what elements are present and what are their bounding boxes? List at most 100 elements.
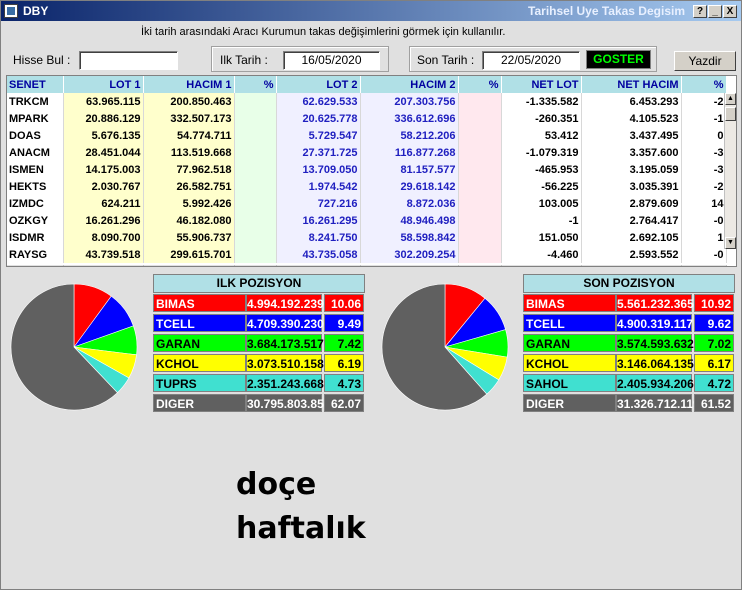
grid-body: TRKCM 63.965.115 200.850.463 62.629.533 207.… <box>7 93 727 266</box>
cell-net-lot: -56.225 <box>501 178 582 195</box>
help-button[interactable]: ? <box>693 5 707 18</box>
column-header-pct2[interactable]: % <box>458 76 502 93</box>
app-icon <box>4 4 18 18</box>
total-net-lot <box>501 265 582 266</box>
cell-lot1: 20.886.129 <box>63 110 144 127</box>
cell-net-hacim: 6.453.293 <box>581 93 682 110</box>
title-bar[interactable]: DBY Tarihsel Uye Takas Degisim ? _ X <box>1 1 741 21</box>
scroll-thumb[interactable] <box>725 107 736 121</box>
cell-pct2 <box>458 178 502 195</box>
position-value: 4.900.319.117 <box>616 314 693 332</box>
scroll-down-arrow-icon[interactable]: ▼ <box>725 237 736 249</box>
cell-lot2: 13.709.050 <box>276 161 361 178</box>
cell-pct3: -0 <box>681 246 727 263</box>
start-date-field[interactable]: 16/05/2020 <box>283 51 380 70</box>
close-button[interactable]: X <box>723 5 737 18</box>
cell-lot1: 28.451.044 <box>63 144 144 161</box>
table-row[interactable]: IZMDC 624.211 5.992.426 727.216 8.872.036 103… <box>7 195 727 212</box>
son-row-garan: GARAN 3.574.593.632 7.02 <box>523 334 735 352</box>
table-row[interactable]: TRKCM 63.965.115 200.850.463 62.629.533 207.… <box>7 93 727 110</box>
instruction-text: İki tarih arasındaki Aracı Kurumun takas… <box>141 26 506 38</box>
ilk-pozisyon-pie-chart <box>10 283 138 411</box>
position-value: 3.073.510.158 <box>246 354 324 372</box>
table-row[interactable]: ANACM 28.451.044 113.519.668 27.371.725 116.… <box>7 144 727 161</box>
cell-hacim1: 26.582.751 <box>143 178 235 195</box>
cell-pct2 <box>458 161 502 178</box>
ilk-pozisyon-title: ILK POZISYON <box>153 274 365 293</box>
total-net-hacim <box>581 265 682 266</box>
position-percent: 10.92 <box>694 294 734 312</box>
table-row[interactable]: MPARK 20.886.129 332.507.173 20.625.778 336.… <box>7 110 727 127</box>
annotation-line-1: doçe <box>236 467 317 502</box>
position-value: 3.146.064.135 <box>616 354 694 372</box>
total-pct3 <box>681 265 727 266</box>
column-header-hacim1[interactable]: HACIM 1 <box>143 76 235 93</box>
minimize-button[interactable]: _ <box>708 5 722 18</box>
cell-net-lot: -465.953 <box>501 161 582 178</box>
cell-hacim1: 332.507.173 <box>143 110 235 127</box>
position-stock-name: KCHOL <box>523 354 616 372</box>
position-stock-name: DIGER <box>523 394 616 412</box>
position-percent: 6.19 <box>324 354 364 372</box>
cell-net-hacim: 3.195.059 <box>581 161 682 178</box>
end-date-field[interactable]: 22/05/2020 <box>482 51 580 70</box>
cell-net-hacim: 3.035.391 <box>581 178 682 195</box>
cell-senet: ISMEN <box>7 161 64 178</box>
cell-pct2 <box>458 127 502 144</box>
table-row[interactable]: ISMEN 14.175.003 77.962.518 13.709.050 81.15… <box>7 161 727 178</box>
position-percent: 7.02 <box>694 334 734 352</box>
column-header-hacim2[interactable]: HACIM 2 <box>360 76 459 93</box>
show-button[interactable]: GOSTER <box>586 50 651 69</box>
table-row[interactable]: DOAS 5.676.135 54.774.711 5.729.547 58.212.2… <box>7 127 727 144</box>
cell-lot1: 5.676.135 <box>63 127 144 144</box>
cell-net-lot: 103.005 <box>501 195 582 212</box>
cell-pct1 <box>234 144 277 161</box>
position-percent: 62.07 <box>324 394 364 412</box>
table-row[interactable]: HEKTS 2.030.767 26.582.751 1.974.542 29.618.… <box>7 178 727 195</box>
column-header-pct3[interactable]: % <box>681 76 727 93</box>
cell-lot1: 16.261.296 <box>63 212 144 229</box>
total-pct1: 100,00 <box>234 265 277 266</box>
position-value: 2.405.934.206 <box>616 374 694 392</box>
cell-lot1: 14.175.003 <box>63 161 144 178</box>
cell-hacim1: 200.850.463 <box>143 93 235 110</box>
column-header-senet[interactable]: SENET <box>7 76 64 93</box>
position-stock-name: TUPRS <box>153 374 246 392</box>
cell-senet: TRKCM <box>7 93 64 110</box>
cell-senet: MPARK <box>7 110 64 127</box>
table-row[interactable]: OZKGY 16.261.296 46.182.080 16.261.295 48.94… <box>7 212 727 229</box>
cell-pct3: -2 <box>681 93 727 110</box>
cell-pct3: -0 <box>681 212 727 229</box>
cell-senet: ANACM <box>7 144 64 161</box>
cell-pct1 <box>234 195 277 212</box>
column-header-net-hacim[interactable]: NET HACIM <box>581 76 682 93</box>
son-row-tcell: TCELL 4.900.319.117 9.62 <box>523 314 735 332</box>
cell-hacim1: 55.906.737 <box>143 229 235 246</box>
table-row[interactable]: ISDMR 8.090.700 55.906.737 8.241.750 58.598.… <box>7 229 727 246</box>
table-row[interactable]: RAYSG 43.739.518 299.615.701 43.735.058 302.… <box>7 246 727 263</box>
column-header-pct1[interactable]: % <box>234 76 277 93</box>
print-button[interactable]: Yazdir <box>674 51 736 71</box>
cell-pct1 <box>234 110 277 127</box>
column-header-lot2[interactable]: LOT 2 <box>276 76 361 93</box>
cell-net-lot: -1 <box>501 212 582 229</box>
position-percent: 9.62 <box>694 314 734 332</box>
cell-hacim1: 46.182.080 <box>143 212 235 229</box>
cell-pct1 <box>234 246 277 263</box>
stock-search-input[interactable] <box>79 51 178 70</box>
position-stock-name: GARAN <box>153 334 246 352</box>
column-header-lot1[interactable]: LOT 1 <box>63 76 144 93</box>
cell-lot1: 624.211 <box>63 195 144 212</box>
grid-scrollbar[interactable]: ▲ ▼ <box>724 93 736 249</box>
cell-net-lot: -1.079.319 <box>501 144 582 161</box>
cell-pct1 <box>234 93 277 110</box>
ilk-row-tuprs: TUPRS 2.351.243.668 4.73 <box>153 374 365 392</box>
position-stock-name: BIMAS <box>523 294 616 312</box>
scroll-up-arrow-icon[interactable]: ▲ <box>725 93 736 105</box>
cell-senet: RAYSG <box>7 246 64 263</box>
column-header-net-lot[interactable]: NET LOT <box>501 76 582 93</box>
cell-pct2 <box>458 246 502 263</box>
cell-pct3: -1 <box>681 110 727 127</box>
total-lot2: 5.383.556.872 <box>276 265 361 266</box>
cell-pct3: -3 <box>681 144 727 161</box>
